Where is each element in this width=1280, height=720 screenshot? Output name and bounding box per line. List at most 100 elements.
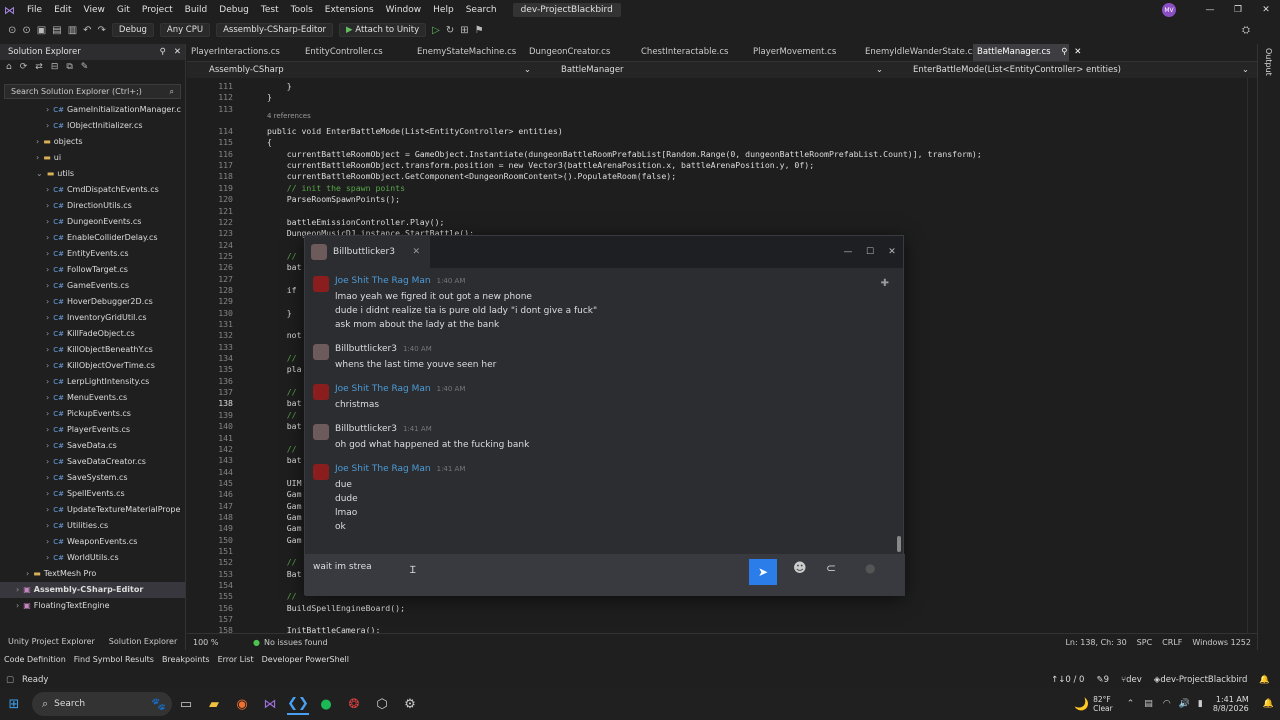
pin-icon[interactable]: ⚲ — [160, 47, 166, 57]
file-item[interactable]: › C# Utilities.cs — [0, 518, 185, 534]
pin-icon[interactable]: ⚲ — [1059, 47, 1071, 57]
git-repo[interactable]: dev-ProjectBlackbird — [1160, 675, 1247, 685]
expand-arrow-icon[interactable]: › — [46, 393, 49, 402]
file-item[interactable]: › C# SaveData.cs — [0, 438, 185, 454]
vs-code-icon[interactable]: ❮❯ — [287, 693, 309, 715]
weather-widget[interactable]: 82°F Clear — [1093, 695, 1113, 713]
code-line[interactable]: currentBattleRoomObject.transform.positi… — [267, 160, 814, 170]
menu-git[interactable]: Git — [111, 5, 136, 15]
switch-views-icon[interactable]: ⇄ — [35, 62, 43, 72]
task-view-icon[interactable]: ▭ — [175, 693, 197, 715]
project-nav-dropdown[interactable]: Assembly-CSharp ⌄ — [187, 65, 539, 75]
windows-start-icon[interactable]: ⊞ — [3, 693, 25, 715]
expand-arrow-icon[interactable]: › — [46, 297, 49, 306]
chat-close-button[interactable]: ✕ — [881, 247, 903, 257]
tab-playerinteractions[interactable]: PlayerInteractions.cs — [187, 44, 301, 61]
menu-view[interactable]: View — [78, 5, 111, 15]
tab-entitycontroller[interactable]: EntityController.cs — [301, 44, 413, 61]
user-avatar[interactable] — [313, 424, 329, 440]
chevron-icon[interactable]: › — [36, 137, 39, 146]
file-item[interactable]: › C# HoverDebugger2D.cs — [0, 294, 185, 310]
code-line[interactable]: InitBattleCamera(); — [267, 625, 381, 633]
minimize-button[interactable]: — — [1196, 5, 1224, 15]
solution-search-input[interactable]: Search Solution Explorer (Ctrl+;) ⌕ — [4, 84, 181, 99]
tray-chevron-icon[interactable]: ⌃ — [1127, 699, 1135, 709]
code-line[interactable]: // — [267, 444, 297, 454]
tray-app-icon[interactable]: ▤ — [1144, 699, 1153, 709]
expand-arrow-icon[interactable]: › — [46, 489, 49, 498]
send-button[interactable]: ➤ — [749, 559, 777, 585]
menu-test[interactable]: Test — [255, 5, 285, 15]
expand-arrow-icon[interactable]: › — [46, 521, 49, 530]
file-item[interactable]: › C# InventoryGridUtil.cs — [0, 310, 185, 326]
clock[interactable]: 1:41 AM 8/8/2026 — [1213, 695, 1249, 713]
add-reaction-icon[interactable]: ✚ — [881, 278, 889, 289]
chat-tab[interactable]: Billbuttlicker3 ✕ — [305, 236, 430, 268]
folder-item[interactable]: › ▬ objects — [0, 134, 185, 150]
save-icon[interactable]: ▤ — [52, 25, 61, 36]
code-line[interactable]: // — [267, 557, 297, 567]
back-icon[interactable]: ⊙ — [8, 25, 16, 36]
output-tab[interactable]: Output — [1264, 48, 1273, 76]
expand-arrow-icon[interactable]: › — [46, 233, 49, 242]
expand-arrow-icon[interactable]: › — [46, 217, 49, 226]
tab-solution-explorer[interactable]: Solution Explorer — [109, 637, 177, 646]
expand-arrow-icon[interactable]: › — [46, 361, 49, 370]
message-author[interactable]: Billbuttlicker3 — [335, 344, 397, 354]
user-avatar[interactable]: MV — [1162, 3, 1176, 17]
file-item[interactable]: › C# KillObjectBeneathY.cs — [0, 342, 185, 358]
sync-icon[interactable]: ⟳ — [20, 62, 28, 72]
expand-arrow-icon[interactable]: › — [46, 201, 49, 210]
code-line[interactable]: bat — [267, 455, 302, 465]
file-item[interactable]: › C# CmdDispatchEvents.cs — [0, 182, 185, 198]
file-item[interactable]: › C# PlayerEvents.cs — [0, 422, 185, 438]
expand-arrow-icon[interactable]: › — [46, 505, 49, 514]
encoding[interactable]: Windows 1252 — [1192, 638, 1251, 647]
code-line[interactable]: currentBattleRoomObject.GetComponent<Dun… — [267, 171, 676, 181]
menu-tools[interactable]: Tools — [285, 5, 319, 15]
home-icon[interactable]: ⌂ — [6, 62, 12, 72]
file-item[interactable]: › C# KillObjectOverTime.cs — [0, 358, 185, 374]
collapse-all-icon[interactable]: ⊟ — [51, 62, 59, 72]
code-line[interactable]: BuildSpellEngineBoard(); — [267, 603, 405, 613]
code-line[interactable]: // — [267, 353, 297, 363]
file-item[interactable]: › C# PickupEvents.cs — [0, 406, 185, 422]
menu-debug[interactable]: Debug — [213, 5, 255, 15]
layout-icon[interactable]: ⊞ — [460, 25, 468, 36]
expand-arrow-icon[interactable]: › — [46, 409, 49, 418]
project-item[interactable]: › ▣ Assembly-CSharp-Editor — [0, 582, 185, 598]
tool-tab-developer-powershell[interactable]: Developer PowerShell — [262, 655, 349, 664]
close-panel-icon[interactable]: ✕ — [174, 47, 181, 57]
file-item[interactable]: › C# SpellEvents.cs — [0, 486, 185, 502]
tab-chestinteractable[interactable]: ChestInteractable.cs — [637, 44, 749, 61]
expand-arrow-icon[interactable]: › — [46, 265, 49, 274]
folder-item[interactable]: › ▬ ui — [0, 150, 185, 166]
bookmark-icon[interactable]: ⚑ — [475, 25, 484, 36]
file-item[interactable]: › C# EntityEvents.cs — [0, 246, 185, 262]
firefox-icon[interactable]: ◉ — [231, 693, 253, 715]
git-branch[interactable]: dev — [1126, 675, 1142, 685]
live-share-icon[interactable]: ⛭ — [1242, 25, 1250, 36]
save-all-icon[interactable]: ▥ — [68, 25, 77, 36]
code-line[interactable]: Bat — [267, 569, 302, 579]
file-item[interactable]: › C# LerpLightIntensity.cs — [0, 374, 185, 390]
git-commits[interactable]: 0 / 0 — [1065, 675, 1084, 685]
menu-project[interactable]: Project — [136, 5, 179, 15]
expand-arrow-icon[interactable]: › — [46, 457, 49, 466]
file-item[interactable]: › C# DirectionUtils.cs — [0, 198, 185, 214]
zoom-level[interactable]: 100 % — [193, 638, 243, 647]
close-tab-icon[interactable]: ✕ — [1074, 47, 1081, 57]
file-item[interactable]: › C# GameEvents.cs — [0, 278, 185, 294]
folder-item[interactable]: ⌄ ▬ utils — [0, 166, 185, 182]
new-item-icon[interactable]: ▣ — [37, 25, 46, 36]
code-line[interactable]: Gam — [267, 501, 302, 511]
expand-arrow-icon[interactable]: › — [46, 473, 49, 482]
file-item[interactable]: › C# KillFadeObject.cs — [0, 326, 185, 342]
notification-bell-icon[interactable]: 🔔 — [1263, 699, 1274, 709]
tool-tab-error-list[interactable]: Error List — [218, 655, 254, 664]
run-icon[interactable]: ▷ — [432, 25, 440, 36]
maximize-button[interactable]: ❐ — [1224, 5, 1252, 15]
code-line[interactable]: ParseRoomSpawnPoints(); — [267, 194, 400, 204]
chat-app-icon[interactable]: ❂ — [343, 693, 365, 715]
code-line[interactable]: if — [267, 285, 297, 295]
